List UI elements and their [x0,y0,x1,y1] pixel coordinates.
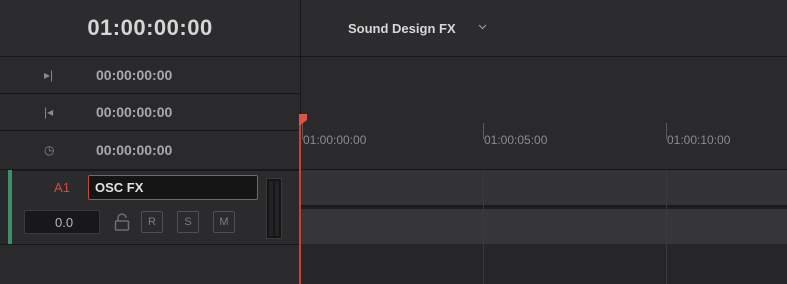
track-volume-field[interactable]: 0.0 [24,210,100,234]
track-lane-a1[interactable] [300,170,787,207]
solo-button[interactable]: S [177,211,199,233]
mark-out-timecode[interactable]: 00:00:00:00 [96,57,172,93]
current-timecode-display[interactable]: 01:00:00:00 [0,0,300,57]
track-lane-a1-lower[interactable] [300,209,787,244]
playhead-line[interactable] [299,118,301,284]
record-arm-button[interactable]: R [141,211,163,233]
chevron-down-icon[interactable] [478,22,487,31]
grid-line [483,170,484,284]
duration-row: ◷ 00:00:00:00 [0,131,300,170]
empty-track-header-area [0,244,300,284]
mute-button[interactable]: M [213,211,235,233]
mark-out-row: ▸| 00:00:00:00 [0,57,300,94]
ruler-label: 01:00:10:00 [667,133,731,147]
duration-clock-icon: ◷ [44,143,55,157]
track-id-label: A1 [54,179,70,195]
timeline-title-bar: Sound Design FX [300,0,787,57]
track-level-meter [266,178,282,239]
timeline-ruler[interactable]: 01:00:00:00 01:00:05:00 01:00:10:00 [300,115,787,170]
duration-timecode[interactable]: 00:00:00:00 [96,131,172,169]
grid-line [666,170,667,284]
empty-timeline-area [301,244,787,284]
ruler-label: 01:00:05:00 [484,133,548,147]
track-color-bar [8,170,12,244]
track-name-field[interactable]: OSC FX [88,175,258,200]
timeline-name[interactable]: Sound Design FX [348,0,456,56]
mark-in-row: |◂ 00:00:00:00 [0,94,300,131]
ruler-label: 01:00:00:00 [303,133,367,147]
playhead-handle-icon[interactable] [298,114,308,126]
mark-in-icon: |◂ [44,105,54,119]
mark-in-timecode[interactable]: 00:00:00:00 [96,94,172,130]
lock-icon[interactable] [113,212,131,232]
timeline-empty-area [300,57,787,115]
mark-out-icon: ▸| [44,68,54,82]
current-timecode: 01:00:00:00 [87,15,213,40]
